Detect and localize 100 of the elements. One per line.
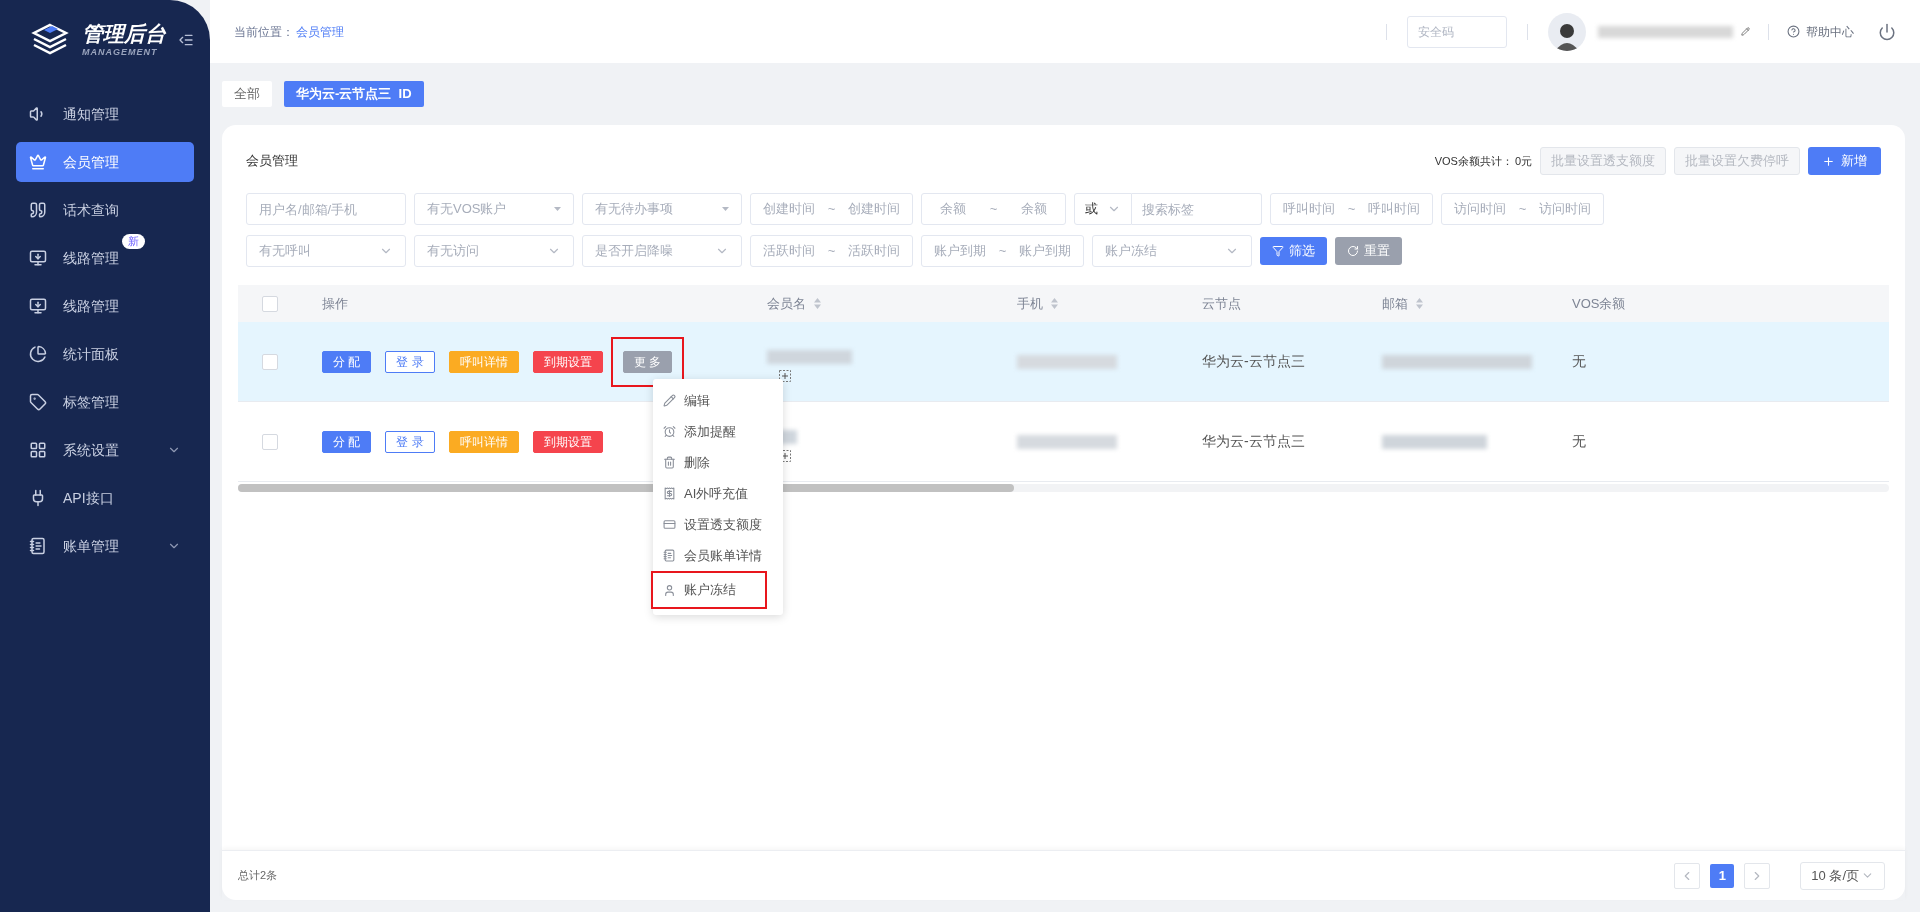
grid-icon xyxy=(29,441,47,459)
action-button[interactable]: 到期设置 xyxy=(532,350,603,373)
breadcrumb-link[interactable]: 会员管理 xyxy=(296,22,344,41)
menu-item[interactable]: 设置透支额度 xyxy=(653,509,783,540)
sort-icon[interactable] xyxy=(1416,298,1423,309)
range-field[interactable]: 呼叫时间 ~ 呼叫时间 xyxy=(1270,193,1433,225)
sidebar-item-label: 统计面板 xyxy=(63,344,119,364)
crown-icon xyxy=(29,153,47,171)
security-code-field[interactable]: 安全码 xyxy=(1407,15,1507,48)
next-page-button[interactable] xyxy=(1744,862,1771,889)
select-field[interactable]: 有无VOS账户 xyxy=(414,193,574,225)
action-button[interactable]: 到期设置 xyxy=(532,430,603,453)
range-field[interactable]: 余额 ~ 余额 xyxy=(921,193,1066,225)
quote-icon xyxy=(29,201,47,219)
caret-icon xyxy=(554,207,561,211)
action-button[interactable]: 登 录 xyxy=(385,350,435,373)
sidebar-item[interactable]: 系统设置 xyxy=(16,430,194,470)
range-field[interactable]: 访问时间 ~ 访问时间 xyxy=(1441,193,1604,225)
pencil-icon xyxy=(663,394,676,407)
table-cell: 华为云-云节点三 xyxy=(1202,433,1305,449)
menu-item[interactable]: 删除 xyxy=(653,447,783,478)
card-icon xyxy=(663,518,676,531)
table-cell: 华为云-云节点三 xyxy=(1202,353,1305,369)
checkbox[interactable] xyxy=(262,295,278,312)
sidebar-item-label: 会员管理 xyxy=(63,152,119,172)
select-field[interactable]: 有无呼叫 xyxy=(246,235,406,267)
column-header: 操作 xyxy=(322,294,348,313)
column-header[interactable]: 邮箱 xyxy=(1382,293,1423,314)
sidebar-item-label: 线路管理 xyxy=(63,296,119,316)
sort-icon[interactable] xyxy=(814,298,821,309)
page-button[interactable]: 1 xyxy=(1710,863,1735,888)
user-icon xyxy=(663,583,676,597)
sidebar-item[interactable]: 话术查询 xyxy=(16,190,194,230)
filter-button[interactable]: 筛选 xyxy=(1260,237,1327,265)
sidebar-item-label: 话术查询 xyxy=(63,200,119,220)
sidebar-item-label: 标签管理 xyxy=(63,392,119,412)
action-button[interactable]: 登 录 xyxy=(385,430,435,453)
action-button[interactable]: 分 配 xyxy=(322,350,372,373)
panel-title: 会员管理 xyxy=(246,152,298,171)
alarm-clock-icon xyxy=(663,425,676,438)
user-avatar[interactable] xyxy=(1548,12,1586,51)
help-center-link[interactable]: 帮助中心 xyxy=(1806,22,1854,41)
action-button[interactable]: 呼叫详情 xyxy=(448,430,519,453)
total-count: 总计2条 xyxy=(238,868,278,884)
action-button[interactable]: 分 配 xyxy=(322,430,372,453)
checkbox[interactable] xyxy=(262,433,278,450)
sidebar-item[interactable]: 会员管理 xyxy=(16,142,194,182)
select-field[interactable]: 有无待办事项 xyxy=(582,193,742,225)
pencil-icon[interactable] xyxy=(1741,27,1750,36)
add-button[interactable]: 新增 xyxy=(1808,147,1881,175)
filter-tag[interactable]: 全部 xyxy=(222,81,272,107)
vos-total-value: 0元 xyxy=(1514,153,1532,169)
page-size-select[interactable]: 10 条/页 xyxy=(1800,861,1885,890)
power-icon[interactable] xyxy=(1878,22,1896,41)
filter-tag[interactable]: 华为云-云节点三 ID xyxy=(284,81,424,107)
sidebar-item[interactable]: 线路管理 xyxy=(16,286,194,326)
trash-icon xyxy=(663,456,676,469)
sidebar-item[interactable]: 通知管理 xyxy=(16,94,194,134)
collapse-menu-icon[interactable] xyxy=(178,32,194,48)
sidebar-item-label: API接口 xyxy=(63,488,114,508)
column-header[interactable]: 会员名 xyxy=(767,293,821,314)
mode-select[interactable]: 或 xyxy=(1074,193,1132,225)
reset-button[interactable]: 重置 xyxy=(1335,237,1402,265)
menu-item[interactable]: AI外呼充值 xyxy=(653,478,783,509)
range-field[interactable]: 创建时间 ~ 创建时间 xyxy=(750,193,913,225)
add-icon[interactable] xyxy=(779,369,791,382)
sidebar-item[interactable]: API接口 xyxy=(16,478,194,518)
menu-item[interactable]: 编辑 xyxy=(653,385,783,416)
checkbox[interactable] xyxy=(262,353,278,370)
action-button[interactable]: 呼叫详情 xyxy=(448,350,519,373)
sidebar-item-label: 账单管理 xyxy=(63,536,119,556)
monitor-icon xyxy=(29,297,47,315)
menu-item[interactable]: 添加提醒 xyxy=(653,416,783,447)
menu-item[interactable]: 账户冻结 xyxy=(651,571,767,609)
sidebar-item-label: 通知管理 xyxy=(63,104,119,124)
select-field[interactable]: 是否开启降噪 xyxy=(582,235,742,267)
logo-subtitle: MANAGEMENT xyxy=(82,46,159,58)
select-field[interactable]: 账户冻结 xyxy=(1092,235,1252,267)
sidebar-item[interactable]: 统计面板 xyxy=(16,334,194,374)
tag-search-field[interactable]: 搜索标签 xyxy=(1132,193,1262,225)
sidebar-item[interactable]: 账单管理 xyxy=(16,526,194,566)
caret-icon xyxy=(722,207,729,211)
new-badge: 新 xyxy=(122,234,145,249)
table-cell: 无 xyxy=(1572,433,1586,449)
filter-icon xyxy=(1272,245,1284,257)
search-field[interactable]: 用户名/邮箱/手机 xyxy=(246,193,406,225)
pie-chart-icon xyxy=(29,345,47,363)
tag-icon xyxy=(29,393,47,411)
plus-icon xyxy=(1822,154,1835,168)
previous-page-button[interactable] xyxy=(1674,862,1701,889)
select-field[interactable]: 有无访问 xyxy=(414,235,574,267)
menu-item[interactable]: 会员账单详情 xyxy=(653,540,783,571)
range-field[interactable]: 账户到期 ~ 账户到期 xyxy=(921,235,1084,267)
column-header[interactable]: 手机 xyxy=(1017,293,1058,314)
vos-total-label: VOS余额共计： xyxy=(1434,153,1513,169)
action-button[interactable]: 更 多 xyxy=(622,350,673,373)
help-icon[interactable] xyxy=(1787,25,1800,38)
sidebar-item[interactable]: 标签管理 xyxy=(16,382,194,422)
sort-icon[interactable] xyxy=(1051,298,1058,309)
range-field[interactable]: 活跃时间 ~ 活跃时间 xyxy=(750,235,913,267)
